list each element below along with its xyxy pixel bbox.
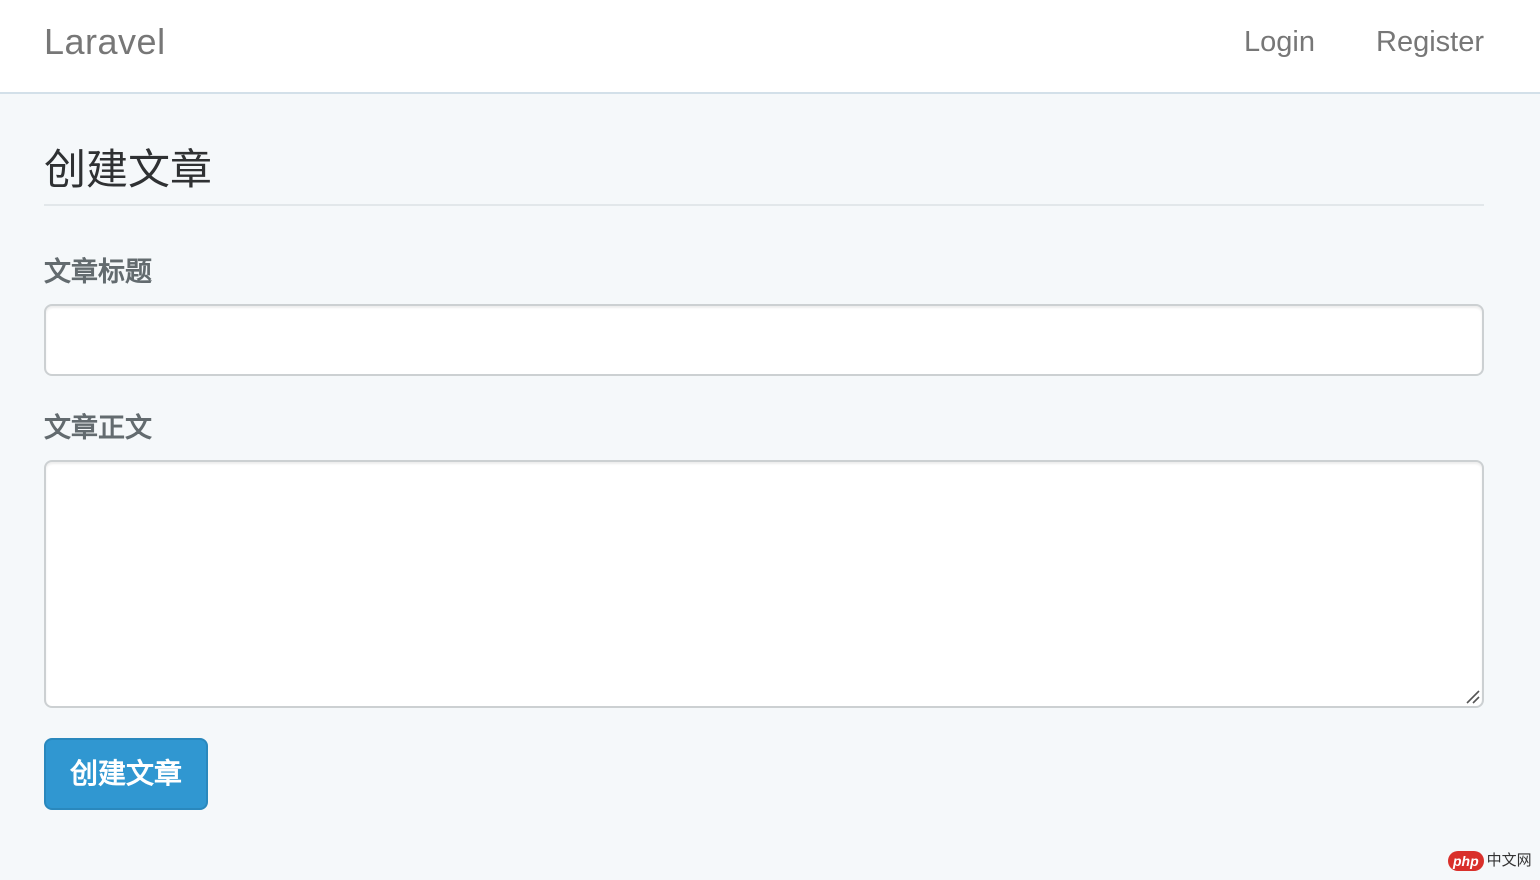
article-body-label: 文章正文: [44, 413, 152, 443]
create-article-button[interactable]: 创建文章: [44, 738, 208, 810]
watermark-logo: php 中文网: [1448, 850, 1532, 872]
resize-grip-icon[interactable]: [1464, 688, 1480, 704]
article-body-textarea[interactable]: [44, 460, 1484, 708]
title-divider: [44, 204, 1484, 206]
login-link[interactable]: Login: [1244, 22, 1315, 62]
page-title: 创建文章: [44, 146, 213, 193]
top-navbar: Laravel Login Register: [0, 0, 1540, 94]
article-title-label: 文章标题: [44, 257, 152, 287]
watermark-badge: php: [1448, 851, 1484, 871]
article-title-input[interactable]: [44, 304, 1484, 376]
register-link[interactable]: Register: [1376, 22, 1484, 62]
watermark-text: 中文网: [1486, 852, 1532, 869]
brand-link[interactable]: Laravel: [44, 20, 166, 64]
